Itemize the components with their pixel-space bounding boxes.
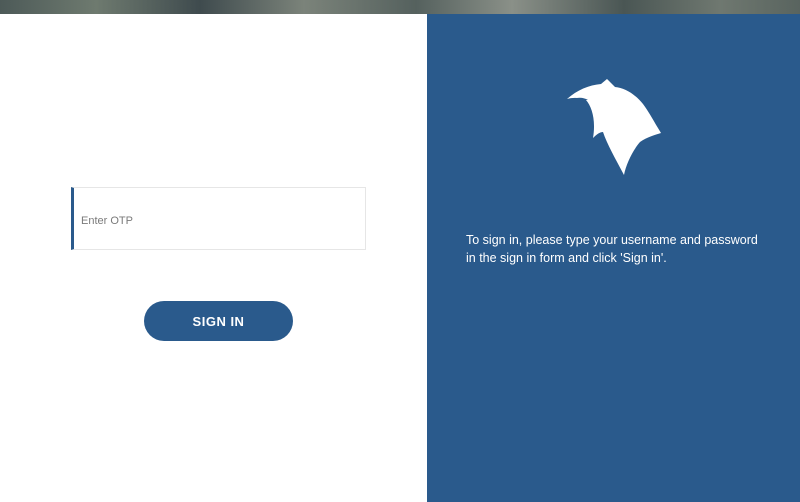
sign-in-form-panel: SIGN IN bbox=[0, 14, 427, 502]
sign-in-button[interactable]: SIGN IN bbox=[144, 301, 293, 341]
otp-input[interactable] bbox=[71, 187, 366, 250]
info-panel: To sign in, please type your username an… bbox=[427, 14, 800, 502]
eagle-head-icon bbox=[567, 79, 661, 175]
header-image-strip bbox=[0, 0, 800, 14]
sign-in-page: SIGN IN To sign in, please type your use… bbox=[0, 0, 800, 502]
sign-in-instructions: To sign in, please type your username an… bbox=[466, 233, 758, 265]
